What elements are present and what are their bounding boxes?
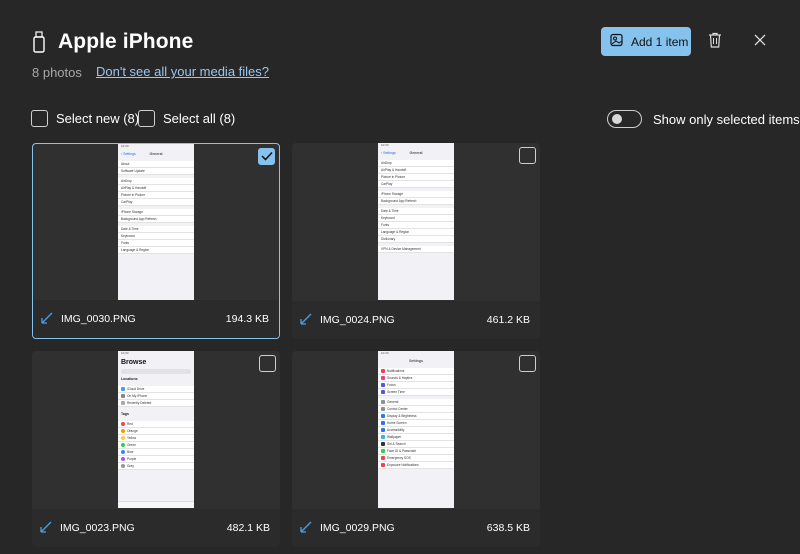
usb-drive-icon <box>33 31 45 53</box>
photo-footer: IMG_0029.PNG 638.5 KB <box>292 509 540 547</box>
photo-thumbnail: 10:30 ‹ Settings General About Software Up… <box>118 144 194 301</box>
import-status-icon <box>40 311 54 328</box>
photo-select-checkbox[interactable] <box>259 355 276 372</box>
photo-thumbnail: 10:30 Settings Notifications Sounds & Ha… <box>378 351 454 508</box>
add-items-button[interactable]: Add 1 item <box>601 27 691 56</box>
select-all-box[interactable] <box>138 110 155 127</box>
photo-thumbnail: 10:30 Browse Locations iCloud Drive On My… <box>118 351 194 508</box>
photo-thumbnail: 10:30 ‹ Settings General AirDrop AirPlay &… <box>378 143 454 300</box>
missing-media-link[interactable]: Don't see all your media files? <box>96 64 269 79</box>
import-status-icon <box>299 520 313 537</box>
photo-card[interactable]: 10:30 ‹ Settings General AirDrop AirPlay &… <box>292 143 540 339</box>
show-selected-label: Show only selected items <box>653 111 800 127</box>
photo-filename: IMG_0023.PNG <box>60 522 135 534</box>
photo-filesize: 638.5 KB <box>486 522 530 534</box>
close-button[interactable] <box>749 31 771 53</box>
photo-footer: IMG_0023.PNG 482.1 KB <box>32 509 280 547</box>
show-selected-toggle-row: Show only selected items <box>607 110 800 128</box>
close-icon <box>754 33 766 51</box>
select-new-box[interactable] <box>31 110 48 127</box>
show-selected-toggle[interactable] <box>607 110 642 128</box>
photo-filesize: 482.1 KB <box>226 522 270 534</box>
photo-filename: IMG_0030.PNG <box>61 313 136 325</box>
import-status-icon <box>39 520 53 537</box>
photo-filename: IMG_0024.PNG <box>320 314 395 326</box>
photo-filesize: 194.3 KB <box>225 313 269 325</box>
photo-card[interactable]: 10:30 ‹ Settings General About Software Up… <box>32 143 280 339</box>
photo-card[interactable]: 10:30 Settings Notifications Sounds & Ha… <box>292 351 540 547</box>
trash-icon <box>708 32 722 53</box>
photo-count: 8 photos <box>32 65 82 80</box>
photo-select-checkbox[interactable] <box>519 355 536 372</box>
import-status-icon <box>299 312 313 329</box>
delete-button[interactable] <box>704 31 726 53</box>
page-title: Apple iPhone <box>58 30 194 53</box>
photo-footer: IMG_0030.PNG 194.3 KB <box>33 300 279 338</box>
select-new-label: Select new (8) <box>56 111 140 126</box>
checkmark-icon <box>260 148 273 166</box>
add-items-label: Add 1 item <box>631 34 689 49</box>
select-new-checkbox[interactable]: Select new (8) <box>31 110 139 127</box>
photo-select-checkbox[interactable] <box>519 147 536 164</box>
photo-select-checkbox[interactable] <box>258 148 275 165</box>
photo-filesize: 461.2 KB <box>486 314 530 326</box>
add-photo-icon <box>610 33 624 50</box>
photo-footer: IMG_0024.PNG 461.2 KB <box>292 301 540 339</box>
photo-filename: IMG_0029.PNG <box>320 522 395 534</box>
select-all-label: Select all (8) <box>163 111 236 126</box>
photo-card[interactable]: 10:30 Browse Locations iCloud Drive On My… <box>32 351 280 547</box>
select-all-checkbox[interactable]: Select all (8) <box>138 110 235 127</box>
